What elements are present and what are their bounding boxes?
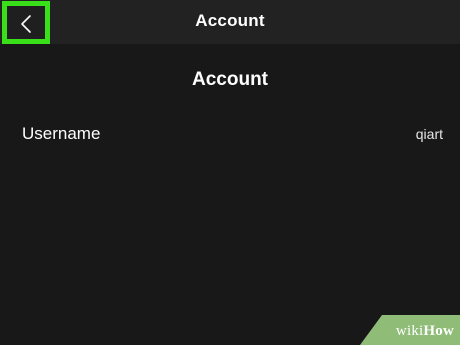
- account-screen: Account Account Username qiart wikiHow: [0, 0, 460, 345]
- watermark-text-how: How: [423, 323, 454, 339]
- wikihow-watermark: wikiHow: [360, 315, 460, 345]
- username-label: Username: [22, 124, 101, 143]
- top-bar-title: Account: [195, 11, 265, 30]
- top-navigation-bar: Account: [0, 0, 460, 44]
- page-title: Account: [192, 69, 268, 90]
- username-value: qiart: [415, 126, 443, 142]
- username-row[interactable]: Username qiart: [0, 112, 460, 156]
- watermark-text-wiki: wiki: [395, 323, 424, 339]
- watermark-text: wikiHow: [396, 323, 454, 340]
